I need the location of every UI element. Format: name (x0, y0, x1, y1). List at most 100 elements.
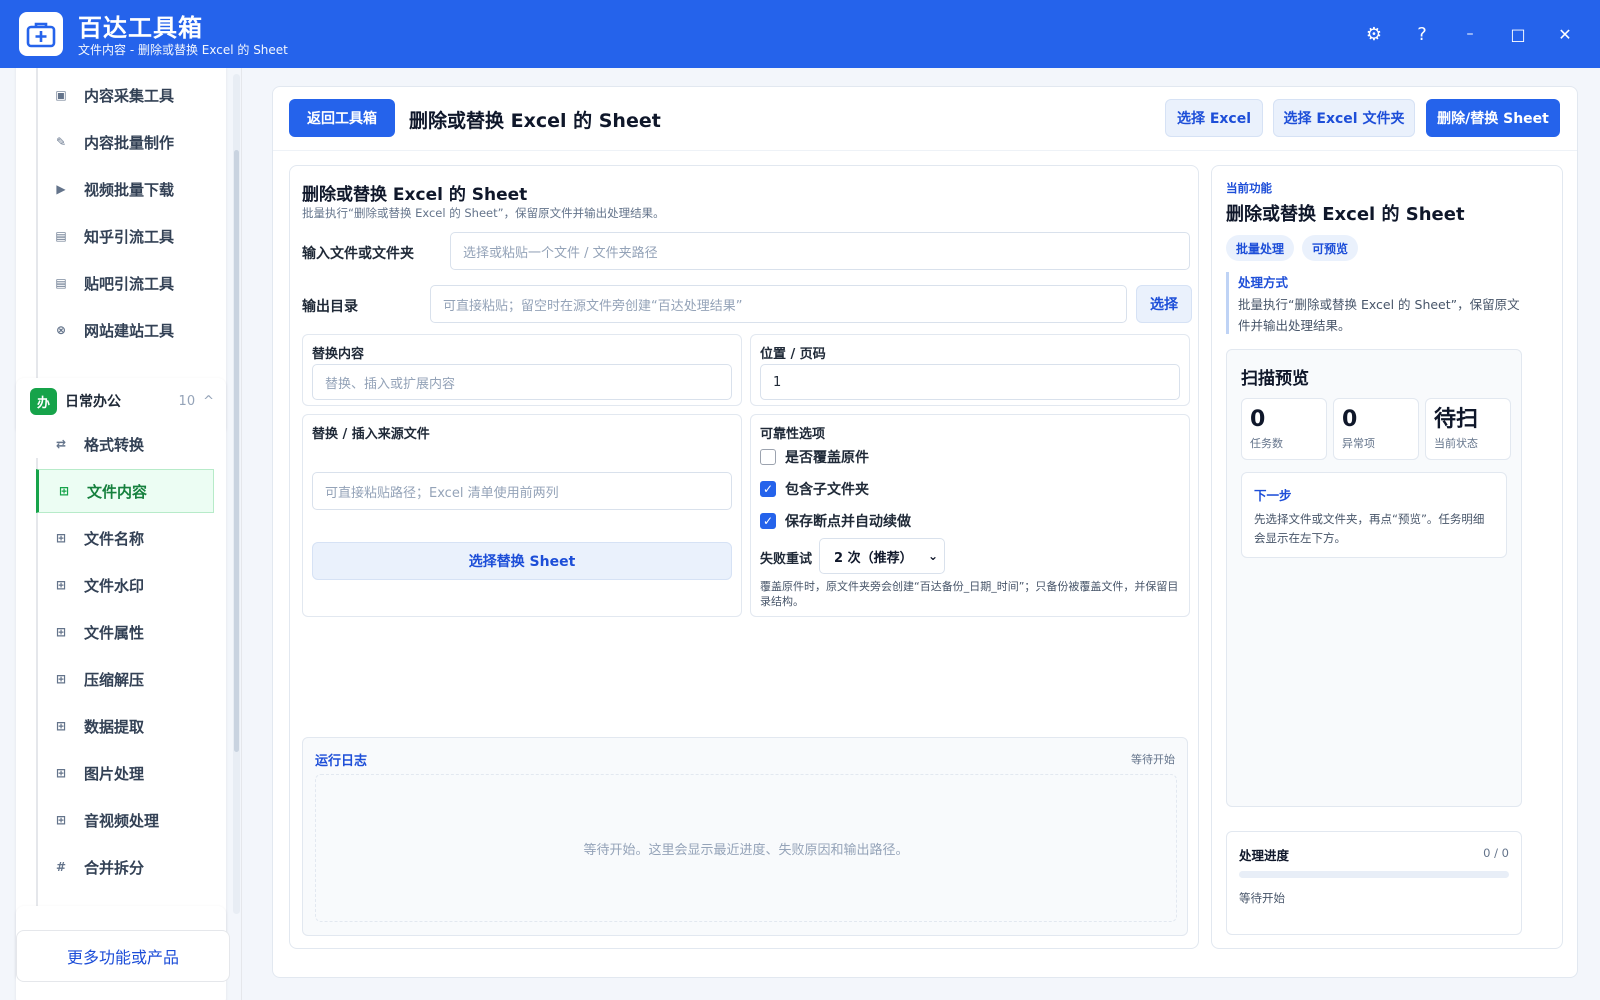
tag-preview: 可预览 (1302, 235, 1359, 261)
nav-icon: ▣ (55, 88, 67, 102)
nav-icon: ⊞ (55, 625, 67, 639)
sidebar-item-label: 文件名称 (84, 529, 145, 548)
position-field[interactable]: 1 (760, 364, 1180, 400)
log-panel: 运行日志 等待开始 等待开始。这里会显示最近进度、失败原因和输出路径。 (302, 737, 1188, 936)
app-subtitle: 文件内容 - 删除或替换 Excel 的 Sheet (78, 43, 288, 57)
help-icon[interactable]: ? (1407, 19, 1437, 49)
log-status: 等待开始 (1131, 753, 1175, 766)
sidebar-item-label: 合并拆分 (84, 858, 145, 877)
next-step-description: 先选择文件或文件夹，再点“预览”。任务明细会显示在左下方。 (1254, 512, 1485, 545)
overwrite-option[interactable]: 是否覆盖原件 (760, 447, 869, 467)
select-excel-button[interactable]: 选择 Excel (1165, 99, 1263, 137)
sidebar-item-label: 内容采集工具 (84, 86, 175, 105)
sidebar-item-2[interactable]: ⊞ 文件名称 (36, 516, 214, 560)
method-description: 批量执行“删除或替换 Excel 的 Sheet”，保留原文件并输出处理结果。 (1238, 297, 1520, 333)
nav-icon: ⊞ (55, 531, 67, 545)
nav-icon: # (55, 860, 67, 874)
nav-icon: ⊞ (55, 719, 67, 733)
sidebar-item-9[interactable]: # 合并拆分 (36, 845, 214, 889)
input-path-field[interactable]: 选择或粘贴一个文件 / 文件夹路径 (450, 232, 1190, 270)
reliability-label: 可靠性选项 (760, 427, 826, 442)
sidebar-item-5[interactable]: ⊗ 网站建站工具 (36, 308, 214, 352)
nav-icon: ⊞ (55, 766, 67, 780)
stat-value: 待扫 (1434, 407, 1479, 432)
sidebar-item-3[interactable]: ▤ 知乎引流工具 (36, 214, 214, 258)
sidebar-item-label: 格式转换 (84, 435, 145, 454)
tag-batch: 批量处理 (1226, 235, 1295, 261)
progress-title: 处理进度 (1239, 848, 1290, 863)
settings-icon[interactable]: ⚙ (1359, 19, 1389, 49)
sidebar-item-1[interactable]: ⊞ 文件内容 (36, 469, 214, 513)
position-box: 位置 / 页码 1 (750, 334, 1190, 406)
more-products-button[interactable]: 更多功能或产品 (16, 930, 230, 982)
sidebar-item-label: 贴吧引流工具 (84, 274, 175, 293)
output-dir-field[interactable]: 可直接粘贴；留空时在源文件旁创建“百达处理结果” (430, 285, 1127, 323)
page-title: 删除或替换 Excel 的 Sheet (409, 110, 661, 132)
source-path-field[interactable]: 可直接粘贴路径；Excel 清单使用前两列 (312, 472, 732, 510)
nav-icon: ▤ (55, 229, 67, 243)
include-subfolders-option[interactable]: ✓ 包含子文件夹 (760, 479, 869, 499)
resume-option[interactable]: ✓ 保存断点并自动续做 (760, 511, 911, 531)
stat-error-count: 0 异常项 (1333, 398, 1419, 460)
sidebar-item-label: 音视频处理 (84, 811, 160, 830)
method-title: 处理方式 (1238, 275, 1289, 290)
sidebar-item-6[interactable]: ⊞ 数据提取 (36, 704, 214, 748)
sidebar-item-4[interactable]: ⊞ 文件属性 (36, 610, 214, 654)
form-description: 批量执行“删除或替换 Excel 的 Sheet”，保留原文件并输出处理结果。 (302, 206, 665, 220)
sidebar-group-header[interactable]: 办 日常办公 10 ^ (16, 378, 226, 424)
chevron-down-icon: ⌄ (927, 549, 938, 563)
progress-status: 等待开始 (1239, 891, 1285, 905)
sidebar-item-2[interactable]: ▶ 视频批量下载 (36, 167, 214, 211)
nav-icon: ▤ (55, 276, 67, 290)
sidebar-item-label: 内容批量制作 (84, 133, 175, 152)
sidebar-item-8[interactable]: ⊞ 音视频处理 (36, 798, 214, 842)
sidebar-item-label: 知乎引流工具 (84, 227, 175, 246)
stat-value: 0 (1250, 407, 1266, 432)
retry-select[interactable]: 2 次（推荐） ⌄ (819, 538, 945, 574)
sidebar-item-label: 文件内容 (87, 482, 148, 501)
stat-value: 0 (1342, 407, 1358, 432)
option-label: 包含子文件夹 (785, 482, 869, 498)
minimize-icon[interactable]: – (1455, 19, 1485, 49)
sidebar-item-label: 图片处理 (84, 764, 145, 783)
group-title: 日常办公 (65, 394, 121, 410)
sidebar-item-label: 文件属性 (84, 623, 145, 642)
sidebar-item-4[interactable]: ▤ 贴吧引流工具 (36, 261, 214, 305)
sidebar: ▣ 内容采集工具 ✎ 内容批量制作 ▶ 视频批量下载 ▤ 知乎引流工具 ▤ 贴吧引流工具 ⊗ 网站建站… (0, 68, 242, 1000)
select-replace-sheet-button[interactable]: 选择替换 Sheet (312, 542, 732, 580)
source-label: 替换 / 插入来源文件 (312, 427, 430, 442)
delete-replace-sheet-button[interactable]: 删除/替换 Sheet (1426, 99, 1560, 137)
replace-content-field[interactable]: 替换、插入或扩展内容 (312, 364, 732, 400)
progress-count: 0 / 0 (1483, 846, 1509, 860)
sidebar-item-5[interactable]: ⊞ 压缩解压 (36, 657, 214, 701)
sidebar-item-0[interactable]: ⇄ 格式转换 (36, 422, 214, 466)
option-label: 是否覆盖原件 (785, 450, 869, 466)
chevron-up-icon[interactable]: ^ (203, 394, 214, 409)
office-badge-icon: 办 (30, 387, 57, 415)
sidebar-item-7[interactable]: ⊞ 图片处理 (36, 751, 214, 795)
main-panel: 返回工具箱 删除或替换 Excel 的 Sheet 选择 Excel 选择 Ex… (272, 86, 1578, 978)
group-count: 10 (178, 393, 196, 409)
replace-content-box: 替换内容 替换、插入或扩展内容 (302, 334, 742, 406)
header-divider (273, 150, 1577, 151)
position-label: 位置 / 页码 (760, 347, 826, 362)
checkbox-checked-icon[interactable]: ✓ (760, 481, 776, 497)
sidebar-item-1[interactable]: ✎ 内容批量制作 (36, 120, 214, 164)
maximize-icon[interactable]: □ (1503, 19, 1533, 49)
next-step-card: 下一步 先选择文件或文件夹，再点“预览”。任务明细会显示在左下方。 (1241, 472, 1507, 558)
back-to-toolbox-button[interactable]: 返回工具箱 (289, 99, 395, 137)
source-file-box: 替换 / 插入来源文件 可直接粘贴路径；Excel 清单使用前两列 选择替换 S… (302, 414, 742, 617)
sidebar-item-3[interactable]: ⊞ 文件水印 (36, 563, 214, 607)
close-icon[interactable]: ✕ (1550, 19, 1580, 49)
feature-tags: 批量处理 可预览 (1226, 235, 1366, 261)
output-select-button[interactable]: 选择 (1136, 285, 1192, 323)
next-step-title: 下一步 (1254, 488, 1292, 503)
checkbox-unchecked-icon[interactable] (760, 449, 776, 465)
scrollbar-thumb[interactable] (234, 150, 239, 752)
checkbox-checked-icon[interactable]: ✓ (760, 513, 776, 529)
nav-icon: ⊞ (55, 813, 67, 827)
scan-title: 扫描预览 (1241, 369, 1309, 389)
sidebar-item-0[interactable]: ▣ 内容采集工具 (36, 73, 214, 117)
select-excel-folder-button[interactable]: 选择 Excel 文件夹 (1273, 99, 1415, 137)
sidebar-scrollbar[interactable] (233, 74, 240, 914)
